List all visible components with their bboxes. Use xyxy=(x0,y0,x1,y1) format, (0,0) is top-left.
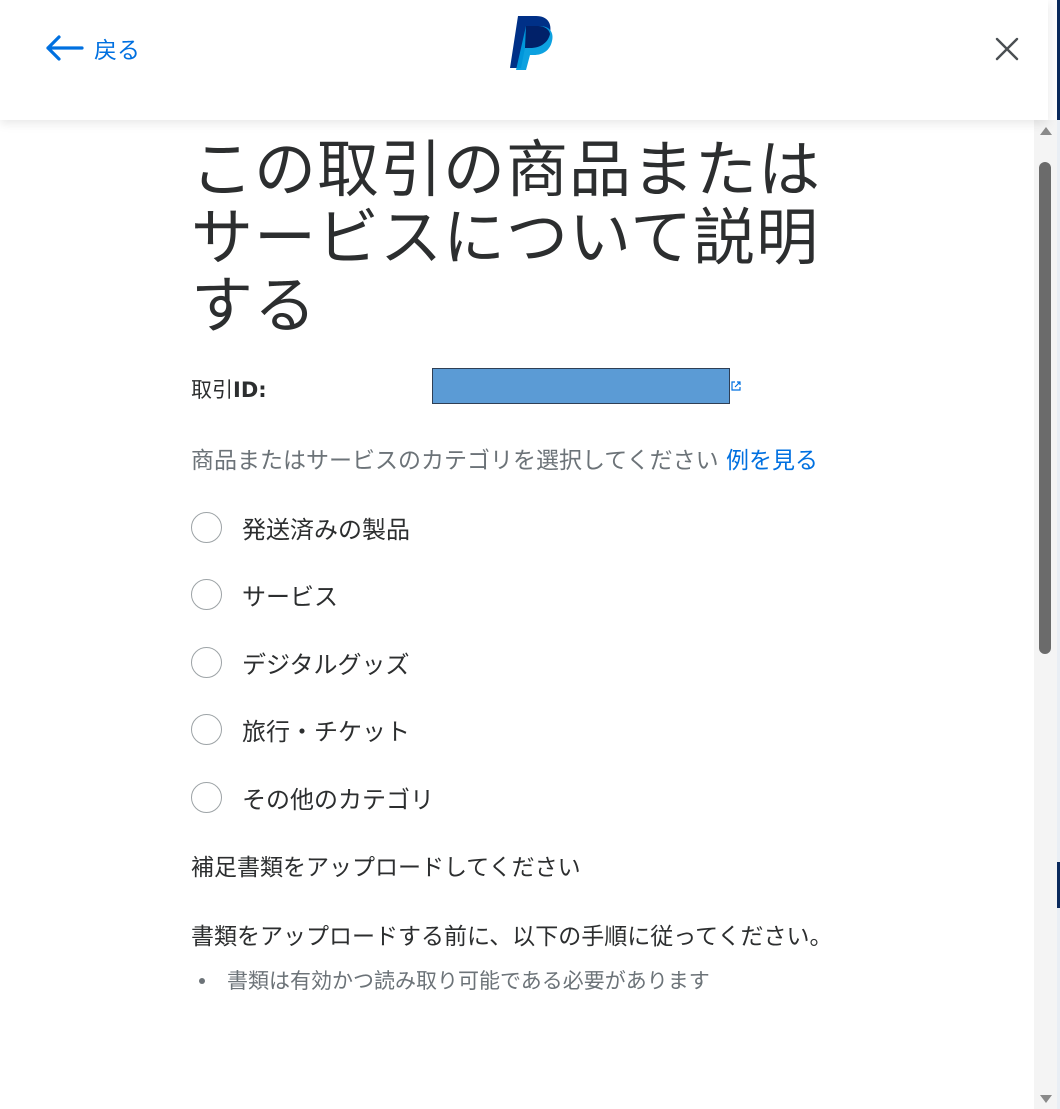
radio-button[interactable] xyxy=(191,646,222,678)
radio-button[interactable] xyxy=(191,714,222,745)
main-content: この取引の商品またはサービスについて説明する 取引ID: 商品またはサービスのカ… xyxy=(191,136,841,998)
scrollbar-thumb[interactable] xyxy=(1039,162,1051,654)
category-option-label: デジタルグッズ xyxy=(242,650,410,679)
category-prompt: 商品またはサービスのカテゴリを選択してください 例を見る xyxy=(191,444,841,478)
category-option[interactable]: 旅行・チケット xyxy=(191,713,841,747)
transaction-id-row: 取引ID: xyxy=(191,368,841,408)
category-option-label: その他のカテゴリ xyxy=(242,785,434,814)
transaction-id-redacted xyxy=(432,368,730,404)
paypal-logo xyxy=(510,16,553,70)
header: 戻る xyxy=(0,0,1048,120)
radio-button[interactable] xyxy=(191,579,222,610)
dispute-page: 戻る この取引の商品またはサービスについて説明する 取引ID: 商品またはサービ… xyxy=(0,0,1060,1109)
upload-requirements-list: 書類は有効かつ読み取り可能である必要があります xyxy=(191,964,841,998)
radio-button[interactable] xyxy=(191,781,222,813)
category-option-label: 発送済みの製品 xyxy=(242,515,410,544)
category-option[interactable]: その他のカテゴリ xyxy=(191,780,841,814)
upload-heading: 補足書類をアップロードしてください xyxy=(191,854,581,881)
category-option-label: サービス xyxy=(242,583,338,611)
category-option[interactable]: デジタルグッズ xyxy=(191,645,841,679)
scroll-down-arrow-icon[interactable] xyxy=(1040,1095,1052,1103)
transaction-id-label: 取引ID: xyxy=(191,378,267,402)
category-option[interactable]: 発送済みの製品 xyxy=(191,510,841,544)
upload-instructions: 書類をアップロードする前に、以下の手順に従ってください。 xyxy=(191,923,833,950)
scrollbar[interactable] xyxy=(1034,120,1057,1109)
radio-button[interactable] xyxy=(191,511,222,543)
external-link-icon[interactable] xyxy=(730,380,742,392)
category-prompt-text: 商品またはサービスのカテゴリを選択してください xyxy=(191,448,726,474)
category-radio-group: 発送済みの製品 サービスデジタルグッズ 旅行・チケット その他のカテゴリ xyxy=(191,510,841,814)
page-title: この取引の商品またはサービスについて説明する xyxy=(191,133,822,342)
back-label: 戻る xyxy=(94,38,140,64)
category-option[interactable]: サービス xyxy=(191,578,841,612)
category-option-label: 旅行・チケット xyxy=(242,718,410,746)
list-item: 書類は有効かつ読み取り可能である必要があります xyxy=(199,964,841,998)
back-button[interactable]: 戻る xyxy=(44,31,140,65)
close-icon[interactable] xyxy=(994,36,1020,62)
scroll-up-arrow-icon[interactable] xyxy=(1040,127,1052,135)
back-arrow-icon xyxy=(46,35,84,61)
see-examples-link[interactable]: 例を見る xyxy=(726,448,818,474)
